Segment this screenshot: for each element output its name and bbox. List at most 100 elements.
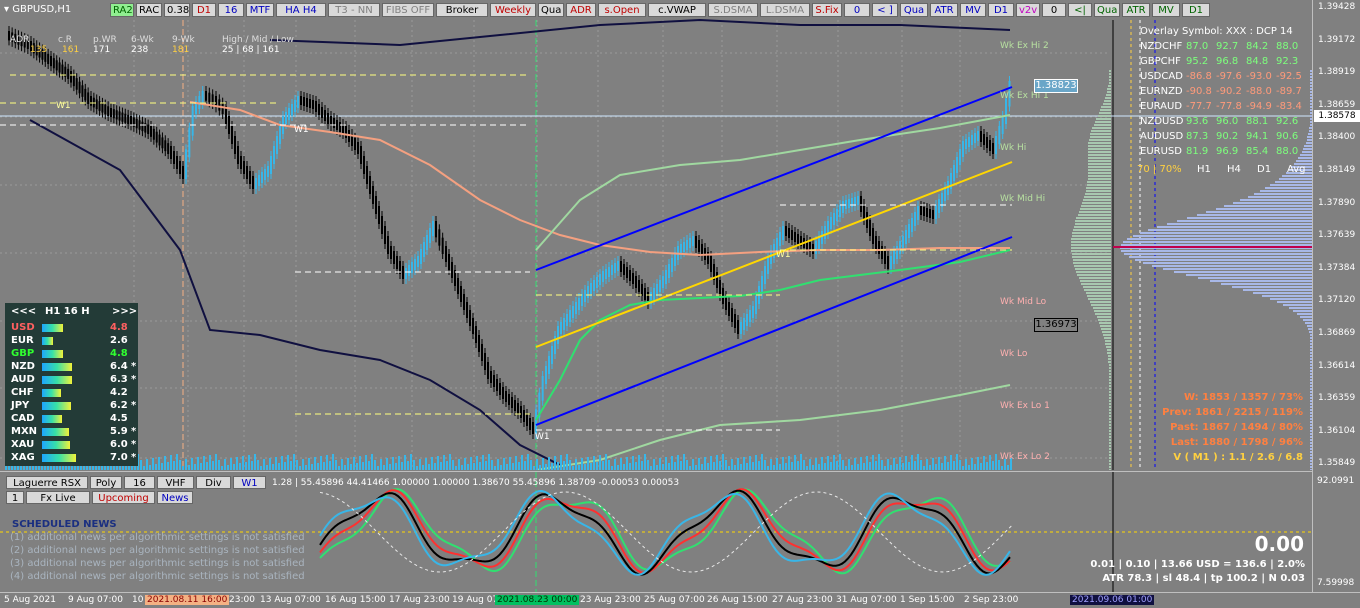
toolbar-button[interactable]: v2v	[1016, 3, 1040, 17]
strength-star: *	[131, 439, 137, 450]
toolbar-button[interactable]: D1	[1182, 3, 1210, 17]
oscillator-tab[interactable]: W1	[233, 476, 266, 489]
toolbar-button[interactable]: D1	[192, 3, 216, 17]
candle-body	[569, 310, 571, 322]
volume-bar	[605, 454, 607, 470]
volume-bar	[761, 454, 763, 470]
volume-bar	[173, 461, 175, 470]
candle-body	[782, 226, 784, 240]
volume-bar	[971, 458, 973, 470]
volume-profile-bar	[1095, 121, 1111, 123]
volume-bar	[908, 462, 910, 470]
toolbar-button[interactable]: MV	[1152, 3, 1180, 17]
volume-bar	[299, 466, 301, 470]
time-tick: 10	[132, 595, 144, 605]
main-chart-pane[interactable]: ▾ GBPUSD,H1 RA2 RAC 0.38 D1 16 MTF HA H4 T3 - N…	[0, 0, 1312, 470]
candle-body	[294, 100, 296, 112]
candle-body	[638, 280, 640, 292]
lower-price-box[interactable]: 1.36973	[1034, 318, 1078, 332]
toolbar-button[interactable]: Qua	[900, 3, 928, 17]
volume-bar	[104, 466, 106, 470]
weekly-level-label: Wk Ex Hi 2	[1000, 41, 1049, 51]
toolbar-button[interactable]: ATR	[930, 3, 958, 17]
news-tab[interactable]: News	[157, 491, 193, 504]
toolbar-button[interactable]: MTF	[246, 3, 274, 17]
collapse-icon[interactable]: ▾	[4, 4, 9, 15]
toolbar-button[interactable]: D1	[988, 3, 1014, 17]
toolbar-button[interactable]: L.DSMA	[760, 3, 810, 17]
toolbar-button[interactable]: Qua	[1094, 3, 1120, 17]
news-tab[interactable]: Upcoming	[92, 491, 155, 504]
volume-profile-bar	[1177, 220, 1312, 222]
pnl-amount: 0.00	[1254, 532, 1304, 556]
candle-body	[279, 126, 281, 144]
oscillator-pane[interactable]: Laguerre RSX Poly 16 VHF Div W1 1 Fx Live Upcomi…	[0, 471, 1312, 593]
candle-body	[511, 397, 513, 408]
toolbar-button[interactable]: <|	[1068, 3, 1092, 17]
volume-profile-bar	[1108, 361, 1111, 363]
toolbar-button[interactable]: ADR	[566, 3, 596, 17]
volume-bar	[866, 456, 868, 470]
toolbar-button[interactable]: T3 - NN	[328, 3, 380, 17]
toolbar-button[interactable]: Weekly	[490, 3, 536, 17]
toolbar-button[interactable]: ATR	[1122, 3, 1150, 17]
volume-profile-bar	[1071, 238, 1111, 240]
volume-bar	[599, 455, 601, 470]
volume-bar	[311, 464, 313, 470]
toolbar-button[interactable]: MV	[960, 3, 986, 17]
volume-bar	[917, 454, 919, 470]
oscillator-tab[interactable]: 16	[124, 476, 155, 489]
toolbar-button[interactable]: s.Open	[598, 3, 646, 17]
news-tab[interactable]: 1	[6, 491, 24, 504]
price-axis[interactable]: 1.39428 1.39172 1.38919 1.38659 1.38400 1.381…	[1312, 0, 1360, 592]
oscillator-tab[interactable]: Poly	[90, 476, 122, 489]
overlay-pair: EURNZD	[1140, 86, 1183, 97]
time-axis[interactable]: 5 Aug 2021 9 Aug 07:00 10 2021.08.11 16:00 2…	[0, 592, 1360, 608]
volume-bar	[269, 458, 271, 470]
toolbar-button[interactable]: 16	[218, 3, 244, 17]
candle-body	[118, 111, 121, 121]
volume-bar	[911, 455, 913, 470]
toolbar-button[interactable]: RA2	[110, 3, 134, 17]
toolbar-button[interactable]: S.DSMA	[708, 3, 758, 17]
candle-body	[176, 156, 178, 169]
oscillator-tab[interactable]: VHF	[157, 476, 194, 489]
volume-stat: Past: 1867 / 1494 / 80%	[1170, 422, 1303, 433]
candle-body	[869, 220, 871, 236]
candle-body	[435, 221, 437, 238]
oscillator-tab[interactable]: Laguerre RSX	[6, 476, 88, 489]
volume-bar	[554, 456, 556, 470]
volume-profile-bar	[1075, 268, 1111, 270]
volume-bar	[887, 459, 889, 470]
strength-prev-button[interactable]: <<<	[11, 306, 36, 317]
volume-bar	[512, 463, 514, 470]
candle-body	[170, 146, 172, 159]
toolbar-button[interactable]: 0	[1042, 3, 1066, 17]
toolbar-button[interactable]: 0.38	[164, 3, 190, 17]
news-tab[interactable]: Fx Live	[26, 491, 90, 504]
toolbar-button[interactable]: < ]	[872, 3, 898, 17]
candle-body	[917, 206, 919, 220]
volume-bar	[518, 462, 520, 470]
candle-body	[929, 209, 931, 218]
strength-next-button[interactable]: >>>	[112, 306, 137, 317]
volume-bar	[953, 461, 955, 470]
volume-bar	[191, 458, 193, 470]
volume-bar	[764, 460, 766, 470]
toolbar-button[interactable]: Broker	[436, 3, 488, 17]
regression-line	[535, 161, 1013, 348]
toolbar-button[interactable]: 0	[844, 3, 870, 17]
oscillator-tab[interactable]: Div	[196, 476, 231, 489]
toolbar-button[interactable]: c.VWAP	[648, 3, 706, 17]
upper-price-box[interactable]: 1.38823	[1034, 79, 1078, 93]
candle-body	[300, 96, 302, 105]
volume-bar	[602, 461, 604, 470]
toolbar-button[interactable]: RAC	[136, 3, 162, 17]
volume-bar	[209, 455, 211, 470]
toolbar-button[interactable]: S.Fix	[812, 3, 842, 17]
envelope-upper	[535, 114, 1011, 251]
toolbar-button[interactable]: HA H4	[276, 3, 326, 17]
candle-body	[246, 166, 248, 179]
toolbar-button[interactable]: FIBS OFF	[382, 3, 434, 17]
toolbar-button[interactable]: Qua	[538, 3, 564, 17]
